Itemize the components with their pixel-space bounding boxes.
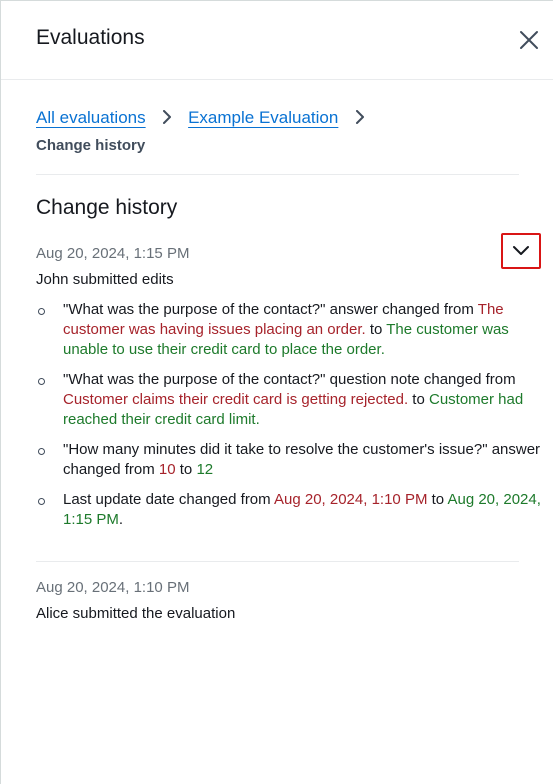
change-list: "What was the purpose of the contact?" a… [36,300,541,530]
breadcrumb-current: Change history [36,137,146,154]
panel-header: Evaluations [1,1,553,80]
panel-content: All evaluations Example Evaluation Chang… [1,106,553,622]
old-value: Customer claims their credit card is get… [63,391,409,408]
evaluations-panel: Evaluations All evaluations Example Eval… [0,0,553,784]
breadcrumb-example-evaluation[interactable]: Example Evaluation [188,108,338,127]
old-value: Aug 20, 2024, 1:10 PM [274,491,428,508]
panel-title: Evaluations [36,26,145,49]
change-text: to [175,461,197,478]
list-item: "What was the purpose of the contact?" a… [36,300,541,360]
entry-timestamp: Aug 20, 2024, 1:15 PM [36,245,190,262]
expand-button[interactable] [501,233,541,269]
breadcrumb-all-evaluations[interactable]: All evaluations [36,108,146,127]
divider [36,174,519,175]
entry-summary: Alice submitted the evaluation [36,605,236,622]
divider [36,561,519,562]
close-button[interactable] [517,28,541,52]
old-value: 10 [158,461,176,478]
change-text: . [118,511,124,528]
section-title: Change history [36,196,178,219]
history-entry: Aug 20, 2024, 1:15 PM John submitted edi… [36,233,546,530]
list-item: "How many minutes did it take to resolve… [36,440,541,480]
new-value: 12 [196,461,214,478]
change-text: to [365,321,387,338]
close-icon [520,31,538,49]
breadcrumb: All evaluations Example Evaluation [36,106,553,130]
chevron-down-icon [513,246,529,255]
change-text: "How many minutes did it take to resolve… [63,441,541,478]
change-text: Last update date changed from [63,491,274,508]
change-text: "What was the purpose of the contact?" a… [63,301,478,318]
change-text: to [408,391,429,408]
entry-timestamp: Aug 20, 2024, 1:10 PM [36,579,190,596]
history-entry: Aug 20, 2024, 1:10 PM Alice submitted th… [36,579,546,622]
change-text: "What was the purpose of the contact?" q… [63,371,516,388]
change-text: to [427,491,448,508]
list-item: Last update date changed from Aug 20, 20… [36,490,541,530]
chevron-right-icon [356,110,365,124]
chevron-right-icon [163,110,172,124]
entry-summary: John submitted edits [36,271,174,288]
list-item: "What was the purpose of the contact?" q… [36,370,541,430]
